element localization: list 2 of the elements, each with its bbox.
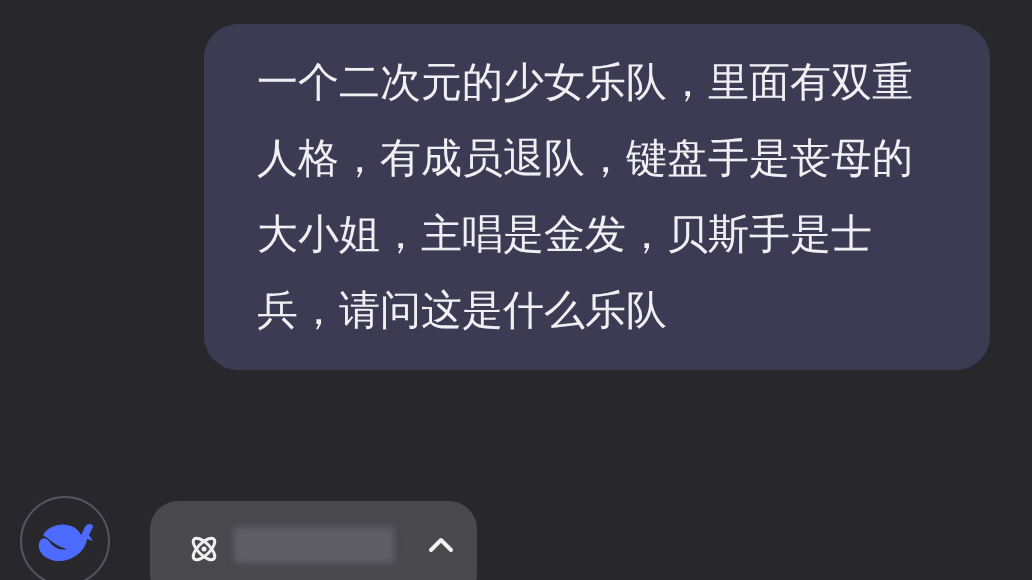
thinking-toggle[interactable]: [150, 501, 477, 580]
message-text: 一个二次元的少女乐队，里面有双重人格，有成员退队，键盘手是丧母的大小姐，主唱是金发，贝斯手是士兵，请问这是什么乐队: [257, 58, 914, 335]
